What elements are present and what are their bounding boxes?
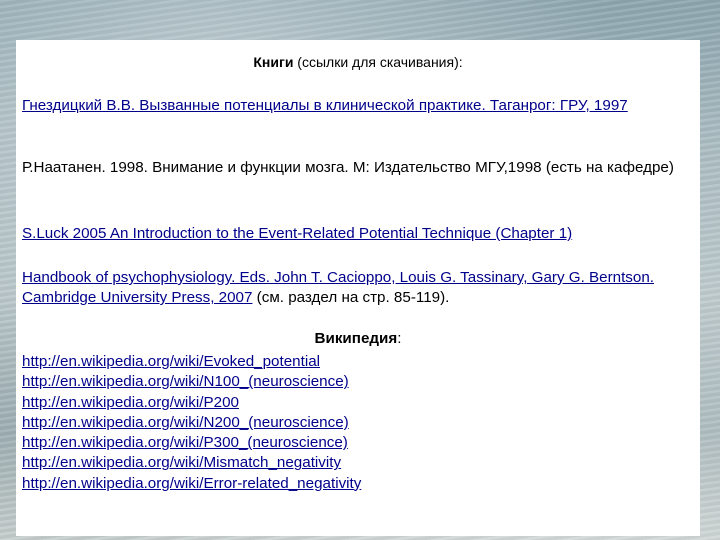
wiki-link-p300[interactable]: http://en.wikipedia.org/wiki/P300_(neuro… <box>22 433 694 453</box>
book-entry-handbook: Handbook of psychophysiology. Eds. John … <box>22 268 694 308</box>
wikipedia-link-list: http://en.wikipedia.org/wiki/Evoked_pote… <box>22 352 694 494</box>
slide-content-panel: Книги (ссылки для скачивания): Гнездицки… <box>16 40 700 536</box>
book-entry-naatanen: Р.Наатанен. 1998. Внимание и функции моз… <box>22 159 674 176</box>
books-heading-bold: Книги <box>253 54 294 70</box>
wiki-link-error-related-negativity[interactable]: http://en.wikipedia.org/wiki/Error-relat… <box>22 474 694 494</box>
book-link-luck[interactable]: S.Luck 2005 An Introduction to the Event… <box>22 224 694 244</box>
books-heading: Книги (ссылки для скачивания): <box>16 54 700 70</box>
wikipedia-heading-bold: Википедия <box>314 330 398 347</box>
wiki-link-p200[interactable]: http://en.wikipedia.org/wiki/P200 <box>22 393 694 413</box>
books-heading-rest: (ссылки для скачивания): <box>293 54 463 70</box>
wiki-link-mismatch-negativity[interactable]: http://en.wikipedia.org/wiki/Mismatch_ne… <box>22 453 694 473</box>
wiki-link-evoked-potential[interactable]: http://en.wikipedia.org/wiki/Evoked_pote… <box>22 352 694 372</box>
book-entry-handbook-suffix: (см. раздел на стр. 85-119). <box>252 289 450 306</box>
wikipedia-heading: Википедия: <box>16 330 700 347</box>
wiki-link-n100[interactable]: http://en.wikipedia.org/wiki/N100_(neuro… <box>22 372 694 392</box>
book-link-gnezditsky[interactable]: Гнездицкий В.В. Вызванные потенциалы в к… <box>22 96 694 116</box>
wiki-link-n200[interactable]: http://en.wikipedia.org/wiki/N200_(neuro… <box>22 413 694 433</box>
wikipedia-heading-rest: : <box>397 330 402 347</box>
